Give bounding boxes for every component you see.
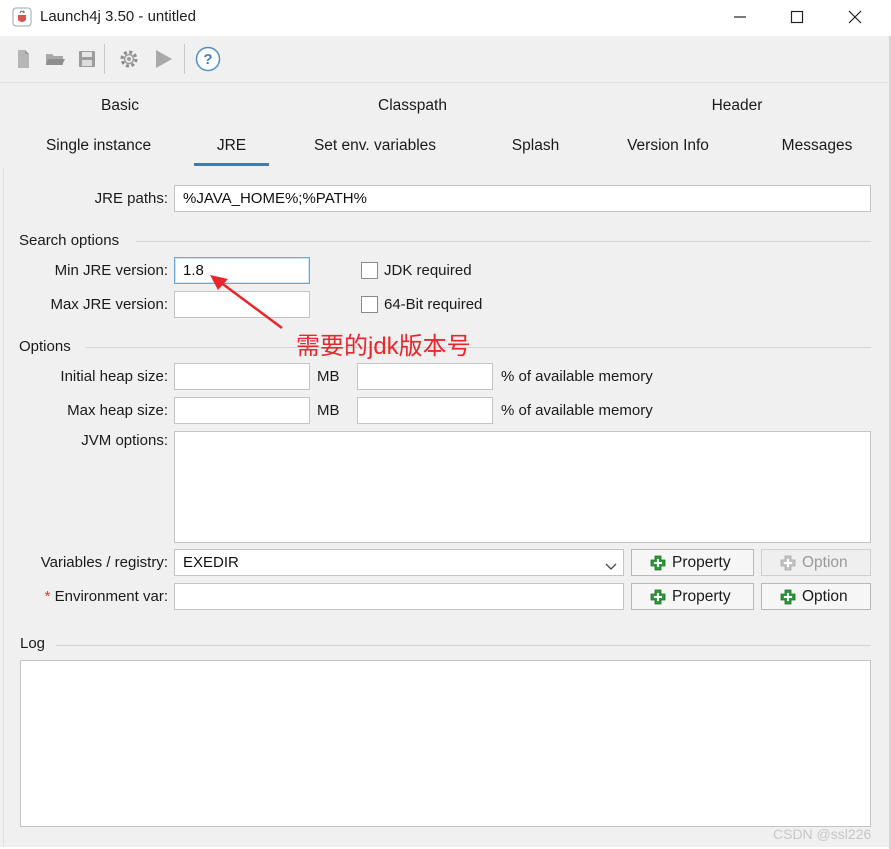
close-button[interactable]	[832, 0, 878, 34]
jvm-options-label: JVM options:	[81, 432, 168, 449]
panel-left-edge	[0, 168, 4, 847]
toolbar: ?	[0, 36, 889, 82]
svg-text:?: ?	[203, 51, 212, 68]
property-button-label: Property	[672, 587, 731, 605]
section-divider	[86, 347, 871, 348]
tab-version-info[interactable]: Version Info	[614, 137, 722, 155]
tab-splash[interactable]: Splash	[498, 137, 573, 155]
plus-icon	[780, 589, 796, 610]
64-bit-required-checkbox[interactable]	[361, 296, 378, 313]
log-title: Log	[20, 635, 46, 652]
jre-paths-input[interactable]: %JAVA_HOME%;%PATH%	[174, 185, 871, 212]
tab-bar: Basic Classpath Header Single instance J…	[0, 82, 889, 168]
log-textarea[interactable]	[20, 660, 871, 827]
jre-paths-label: JRE paths:	[94, 190, 168, 207]
jdk-required-checkbox[interactable]	[361, 262, 378, 279]
window-title: Launch4j 3.50 - untitled	[40, 8, 196, 25]
tab-messages[interactable]: Messages	[770, 137, 864, 155]
plus-icon	[780, 555, 796, 576]
initial-heap-size-label: Initial heap size:	[60, 368, 168, 385]
property-button-label: Property	[672, 553, 731, 571]
jre-panel: JRE paths: %JAVA_HOME%;%PATH% Search opt…	[0, 168, 889, 847]
tab-basic[interactable]: Basic	[90, 97, 150, 115]
tab-header[interactable]: Header	[697, 97, 777, 115]
64-bit-required-label: 64-Bit required	[384, 296, 483, 313]
max-jre-version-label: Max JRE version:	[50, 296, 168, 313]
min-jre-version-label: Min JRE version:	[54, 262, 168, 279]
save-icon[interactable]	[73, 45, 101, 73]
search-options-title: Search options	[19, 232, 120, 249]
csdn-watermark: CSDN @ssl226	[773, 826, 872, 842]
tab-single-instance[interactable]: Single instance	[36, 137, 161, 155]
environment-var-label: * Environment var:	[10, 588, 168, 605]
add-env-property-button[interactable]: Property	[631, 583, 754, 610]
active-tab-indicator	[194, 163, 269, 166]
jdk-required-label: JDK required	[384, 262, 472, 279]
variables-registry-select[interactable]: EXEDIR	[174, 549, 624, 576]
options-title: Options	[19, 338, 71, 355]
max-heap-mb-label: MB	[317, 402, 340, 419]
chevron-down-icon	[605, 558, 617, 575]
annotation-text: 需要的jdk版本号	[296, 333, 471, 360]
max-heap-percent-label: % of available memory	[501, 402, 653, 419]
run-icon[interactable]	[149, 45, 177, 73]
max-heap-percent-input[interactable]	[357, 397, 493, 424]
toolbar-separator	[104, 44, 105, 74]
initial-heap-percent-label: % of available memory	[501, 368, 653, 385]
new-icon[interactable]	[9, 45, 37, 73]
initial-heap-percent-input[interactable]	[357, 363, 493, 390]
option-button-label: Option	[802, 587, 848, 605]
minimize-button[interactable]	[717, 0, 763, 34]
help-icon[interactable]: ?	[194, 45, 222, 73]
maximize-button[interactable]	[774, 0, 820, 34]
tab-jre[interactable]: JRE	[204, 137, 259, 155]
plus-icon	[650, 589, 666, 610]
jvm-options-textarea[interactable]	[174, 431, 871, 543]
launch4j-app-icon	[12, 7, 32, 27]
plus-icon	[650, 555, 666, 576]
variables-registry-value: EXEDIR	[183, 554, 239, 571]
max-heap-size-label: Max heap size:	[67, 402, 168, 419]
add-property-button[interactable]: Property	[631, 549, 754, 576]
title-bar: Launch4j 3.50 - untitled	[0, 0, 891, 36]
initial-heap-size-input[interactable]	[174, 363, 310, 390]
add-env-option-button[interactable]: Option	[761, 583, 871, 610]
max-heap-size-input[interactable]	[174, 397, 310, 424]
option-button-label: Option	[802, 553, 848, 571]
environment-var-label-text: Environment var:	[54, 588, 168, 605]
toolbar-separator	[184, 44, 185, 74]
required-mark: *	[44, 588, 51, 605]
tab-set-env-variables[interactable]: Set env. variables	[300, 137, 450, 155]
section-divider	[136, 241, 871, 242]
initial-heap-mb-label: MB	[317, 368, 340, 385]
section-divider	[56, 645, 871, 646]
add-option-button-disabled[interactable]: Option	[761, 549, 871, 576]
annotation-arrow	[210, 275, 283, 330]
environment-var-input[interactable]	[174, 583, 624, 610]
settings-icon[interactable]	[115, 45, 143, 73]
variables-registry-label: Variables / registry:	[40, 554, 168, 571]
open-icon[interactable]	[41, 45, 69, 73]
tab-classpath[interactable]: Classpath	[360, 97, 465, 115]
